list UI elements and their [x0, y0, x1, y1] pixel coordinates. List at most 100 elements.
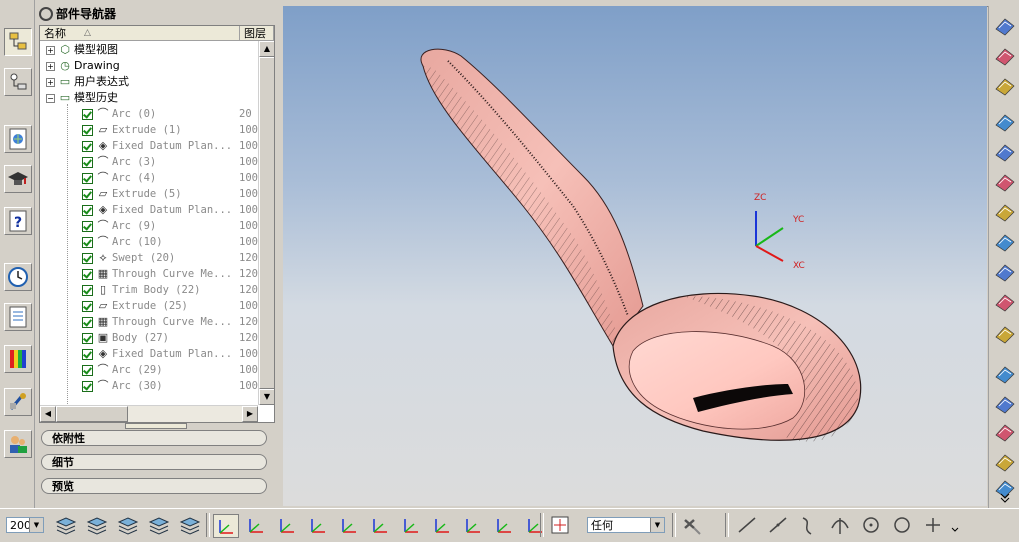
feature-visibility-checkbox[interactable] [82, 221, 93, 232]
zoom-select[interactable]: 200 ▼ [6, 517, 44, 533]
styled-blend-button[interactable] [993, 74, 1017, 98]
snap-arc-center-button[interactable] [859, 514, 883, 536]
feature-visibility-checkbox[interactable] [82, 381, 93, 392]
help-tab[interactable]: ? [4, 207, 32, 235]
sew-button[interactable] [993, 450, 1017, 474]
chevron-down-icon[interactable]: ▼ [29, 518, 43, 532]
roles-tab[interactable] [4, 430, 32, 458]
process-studio-tab[interactable] [4, 388, 32, 416]
through-curves-button[interactable] [993, 140, 1017, 164]
feature-row[interactable]: ◈ Fixed Datum Plan... 100 [40, 138, 262, 154]
layer-copy-button[interactable] [147, 514, 171, 536]
feature-visibility-checkbox[interactable] [82, 253, 93, 264]
select-filter-button[interactable] [548, 514, 572, 536]
layer-settings-button[interactable] [54, 514, 78, 536]
swoop-button[interactable] [993, 44, 1017, 68]
edit-object-button[interactable] [492, 514, 516, 536]
feature-row[interactable]: ▣ Body (27) 120 [40, 330, 262, 346]
scroll-right-button[interactable]: ▶ [242, 406, 258, 422]
feature-row[interactable]: ⌒ Arc (30) 100 [40, 378, 262, 394]
feature-visibility-checkbox[interactable] [82, 285, 93, 296]
preview-section[interactable]: 预览 [41, 478, 267, 494]
feature-visibility-checkbox[interactable] [82, 237, 93, 248]
layer-visible-button[interactable] [85, 514, 109, 536]
visualization-tab[interactable] [4, 345, 32, 373]
layer-category-button[interactable] [178, 514, 202, 536]
pin-icon[interactable] [39, 6, 53, 21]
ruled-surface-button[interactable] [993, 110, 1017, 134]
offset-surface-button[interactable] [993, 362, 1017, 386]
scroll-left-button[interactable]: ◀ [40, 406, 56, 422]
graphics-viewport[interactable]: ZC YC XC [283, 6, 987, 506]
wcs-save-button[interactable] [430, 514, 454, 536]
feature-row[interactable]: ⌒ Arc (9) 100 [40, 218, 262, 234]
feature-visibility-checkbox[interactable] [82, 269, 93, 280]
panel-splitter[interactable] [125, 423, 187, 429]
dependencies-section[interactable]: 依附性 [41, 430, 267, 446]
feature-row[interactable]: ▱ Extrude (5) 100 [40, 186, 262, 202]
wcs-change-yc-button[interactable] [368, 514, 392, 536]
feature-visibility-checkbox[interactable] [82, 349, 93, 360]
feature-row[interactable]: ⌒ Arc (0) 20 [40, 106, 262, 122]
feature-row[interactable]: ▯ Trim Body (22) 120 [40, 282, 262, 298]
layer-move-button[interactable] [116, 514, 140, 536]
expand-toggle-icon[interactable]: + [46, 78, 55, 87]
snap-mid-point-button[interactable] [766, 514, 790, 536]
feature-visibility-checkbox[interactable] [82, 205, 93, 216]
wcs-orient-button[interactable] [306, 514, 330, 536]
bridge-surface-button[interactable] [993, 260, 1017, 284]
through-curve-mesh-button[interactable] [993, 170, 1017, 194]
scroll-down-button[interactable]: ▼ [259, 389, 274, 405]
x-form-button[interactable] [993, 420, 1017, 444]
expand-toggle-icon[interactable]: + [46, 62, 55, 71]
snap-end-point-button[interactable] [735, 514, 759, 536]
feature-row[interactable]: ▦ Through Curve Me... 120 [40, 314, 262, 330]
feature-row[interactable]: ▱ Extrude (1) 100 [40, 122, 262, 138]
wcs-rotate-button[interactable] [275, 514, 299, 536]
snap-control-point-button[interactable] [797, 514, 821, 536]
type-filter-select[interactable]: 任何 ▼ [587, 517, 665, 533]
horizontal-scroll-thumb[interactable] [56, 406, 128, 422]
snap-intersection-button[interactable] [828, 514, 852, 536]
details-section[interactable]: 细节 [41, 454, 267, 470]
tree-group-row[interactable]: − ▭ 模型历史 [40, 90, 262, 106]
spoon-model[interactable]: ZC YC XC [283, 6, 987, 506]
layer-column-header[interactable]: 图层 [240, 26, 274, 41]
wcs-dynamic-button[interactable] [213, 514, 239, 538]
vertical-scrollbar[interactable]: ▲ ▼ [258, 41, 274, 405]
n-sided-surface-button[interactable] [993, 290, 1017, 314]
feature-visibility-checkbox[interactable] [82, 333, 93, 344]
feature-row[interactable]: ▦ Through Curve Me... 120 [40, 266, 262, 282]
feature-row[interactable]: ⌒ Arc (4) 100 [40, 170, 262, 186]
feature-visibility-checkbox[interactable] [82, 189, 93, 200]
wcs-display-button[interactable] [399, 514, 423, 536]
scroll-up-button[interactable]: ▲ [259, 41, 274, 57]
tree-group-row[interactable]: + ◷ Drawing [40, 58, 262, 74]
feature-row[interactable]: ⌒ Arc (3) 100 [40, 154, 262, 170]
toolbar-more-button[interactable] [950, 514, 960, 536]
feature-row[interactable]: ⌒ Arc (29) 100 [40, 362, 262, 378]
vertical-scroll-thumb[interactable] [259, 57, 274, 389]
part-navigator-tab[interactable] [4, 68, 32, 96]
studio-surface-button[interactable] [993, 14, 1017, 38]
training-tab[interactable] [4, 165, 32, 193]
feature-visibility-checkbox[interactable] [82, 125, 93, 136]
feature-visibility-checkbox[interactable] [82, 157, 93, 168]
feature-visibility-checkbox[interactable] [82, 301, 93, 312]
expand-toggle-icon[interactable]: − [46, 94, 55, 103]
swept-surface-button[interactable] [993, 200, 1017, 224]
snap-existing-point-button[interactable] [921, 514, 945, 536]
color-palette-button[interactable] [461, 514, 485, 536]
feature-visibility-checkbox[interactable] [82, 141, 93, 152]
feature-row[interactable]: ◈ Fixed Datum Plan... 100 [40, 346, 262, 362]
feature-visibility-checkbox[interactable] [82, 365, 93, 376]
feature-visibility-checkbox[interactable] [82, 109, 93, 120]
toolbar-overflow-button[interactable] [993, 492, 1017, 504]
feature-tree[interactable]: 名称 △ 图层 + ⬡ 模型视图 + ◷ Drawing + ▭ 用户表达式 − ▭ 模型历史 ⌒ Arc… [39, 25, 275, 423]
wcs-change-xc-button[interactable] [337, 514, 361, 536]
wcs-origin-button[interactable] [244, 514, 268, 536]
snap-quadrant-button[interactable] [890, 514, 914, 536]
feature-row[interactable]: ▱ Extrude (25) 100 [40, 298, 262, 314]
web-browser-tab[interactable] [4, 125, 32, 153]
feature-row[interactable]: ◈ Fixed Datum Plan... 100 [40, 202, 262, 218]
